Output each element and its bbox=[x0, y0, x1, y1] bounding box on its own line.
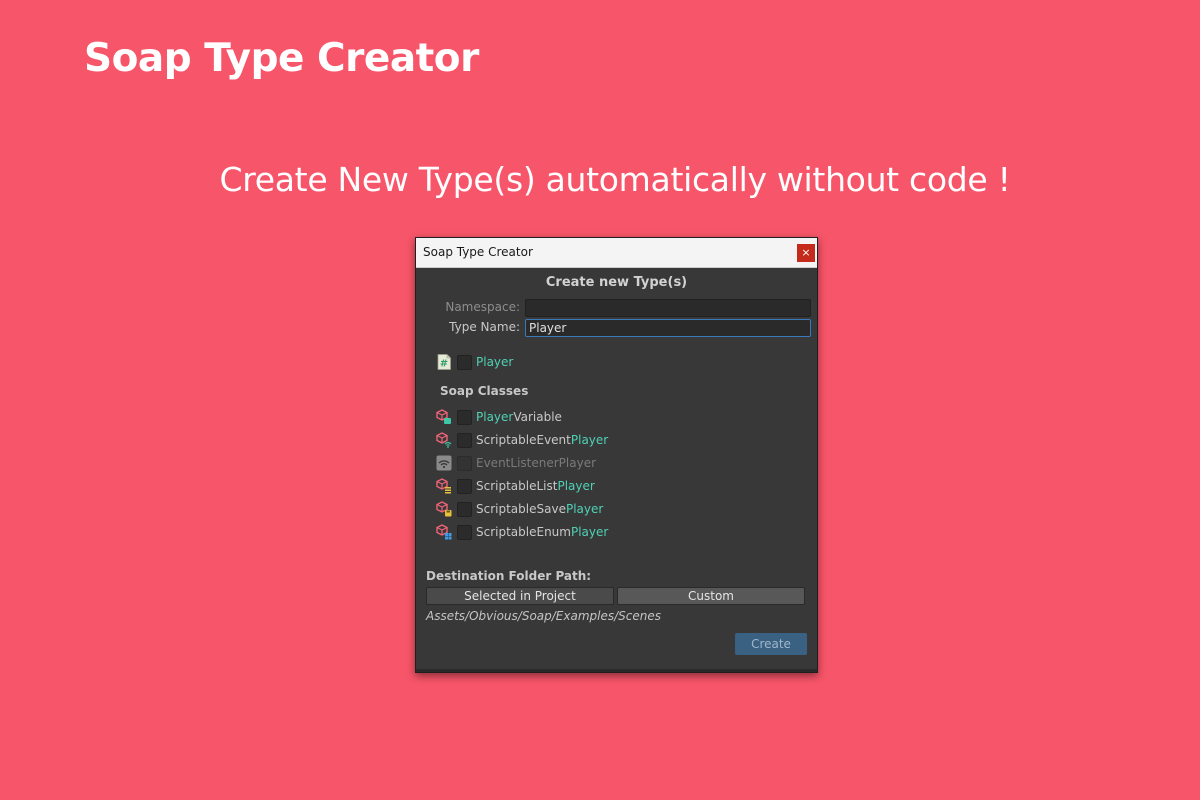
listener-type-name: Player bbox=[558, 456, 597, 470]
event-label: ScriptableEventPlayer bbox=[476, 433, 608, 447]
tagline: Create New Type(s) automatically without… bbox=[219, 160, 1011, 199]
listener-checkbox bbox=[457, 456, 472, 471]
enum-label: ScriptableEnumPlayer bbox=[476, 525, 608, 539]
save-label: ScriptableSavePlayer bbox=[476, 502, 603, 516]
enum-type-name: Player bbox=[570, 525, 609, 539]
custom-button[interactable]: Custom bbox=[617, 587, 805, 605]
page-title: Soap Type Creator bbox=[84, 36, 479, 81]
list-label: ScriptableListPlayer bbox=[476, 479, 595, 493]
type-name-input[interactable]: Player bbox=[525, 319, 811, 337]
svg-text:#: # bbox=[440, 359, 448, 370]
window-title: Soap Type Creator bbox=[423, 245, 533, 259]
variable-label: PlayerVariable bbox=[476, 410, 562, 424]
class-item-checkbox[interactable] bbox=[457, 355, 472, 370]
listener-label: EventListenerPlayer bbox=[476, 456, 596, 470]
selected-in-project-button[interactable]: Selected in Project bbox=[426, 587, 614, 605]
dialog-heading: Create new Type(s) bbox=[545, 275, 688, 290]
destination-label: Destination Folder Path: bbox=[426, 569, 592, 583]
listener-prefix: EventListener bbox=[476, 456, 559, 470]
event-prefix: ScriptableEvent bbox=[476, 433, 571, 447]
event-checkbox[interactable] bbox=[457, 433, 472, 448]
save-prefix: ScriptableSave bbox=[476, 502, 566, 516]
variable-suffix: Variable bbox=[513, 410, 562, 424]
soap-type-creator-window: Soap Type Creator × Create new Type(s) N… bbox=[415, 237, 818, 673]
list-type-name: Player bbox=[557, 479, 595, 493]
create-button[interactable]: Create bbox=[735, 633, 807, 655]
type-name-label: Type Name: bbox=[449, 320, 520, 334]
window-footer bbox=[416, 669, 817, 672]
list-checkbox[interactable] bbox=[457, 479, 472, 494]
scriptable-variable-icon bbox=[436, 409, 451, 424]
scriptable-enum-icon bbox=[436, 524, 452, 540]
destination-path: Assets/Obvious/Soap/Examples/Scenes bbox=[426, 609, 662, 623]
window-titlebar[interactable]: Soap Type Creator × bbox=[416, 238, 817, 268]
soap-classes-label: Soap Classes bbox=[440, 384, 529, 398]
event-type-name: Player bbox=[570, 433, 609, 447]
close-icon: × bbox=[801, 246, 811, 259]
event-listener-icon bbox=[436, 455, 452, 471]
namespace-row: Namespace: bbox=[416, 299, 817, 317]
list-prefix: ScriptableList bbox=[476, 479, 558, 493]
csharp-script-icon: # bbox=[437, 354, 451, 370]
namespace-input[interactable] bbox=[525, 299, 811, 317]
scriptable-event-icon bbox=[436, 432, 452, 448]
scriptable-save-icon bbox=[436, 501, 452, 517]
scriptable-list-icon bbox=[436, 478, 451, 494]
close-button[interactable]: × bbox=[797, 244, 815, 262]
enum-checkbox[interactable] bbox=[457, 525, 472, 540]
variable-checkbox[interactable] bbox=[457, 410, 472, 425]
type-name-row: Type Name: Player bbox=[416, 319, 817, 337]
variable-type-name: Player bbox=[476, 410, 514, 424]
class-item-label: Player bbox=[476, 355, 514, 369]
namespace-label: Namespace: bbox=[445, 300, 520, 314]
save-checkbox[interactable] bbox=[457, 502, 472, 517]
save-type-name: Player bbox=[565, 502, 604, 516]
enum-prefix: ScriptableEnum bbox=[476, 525, 571, 539]
